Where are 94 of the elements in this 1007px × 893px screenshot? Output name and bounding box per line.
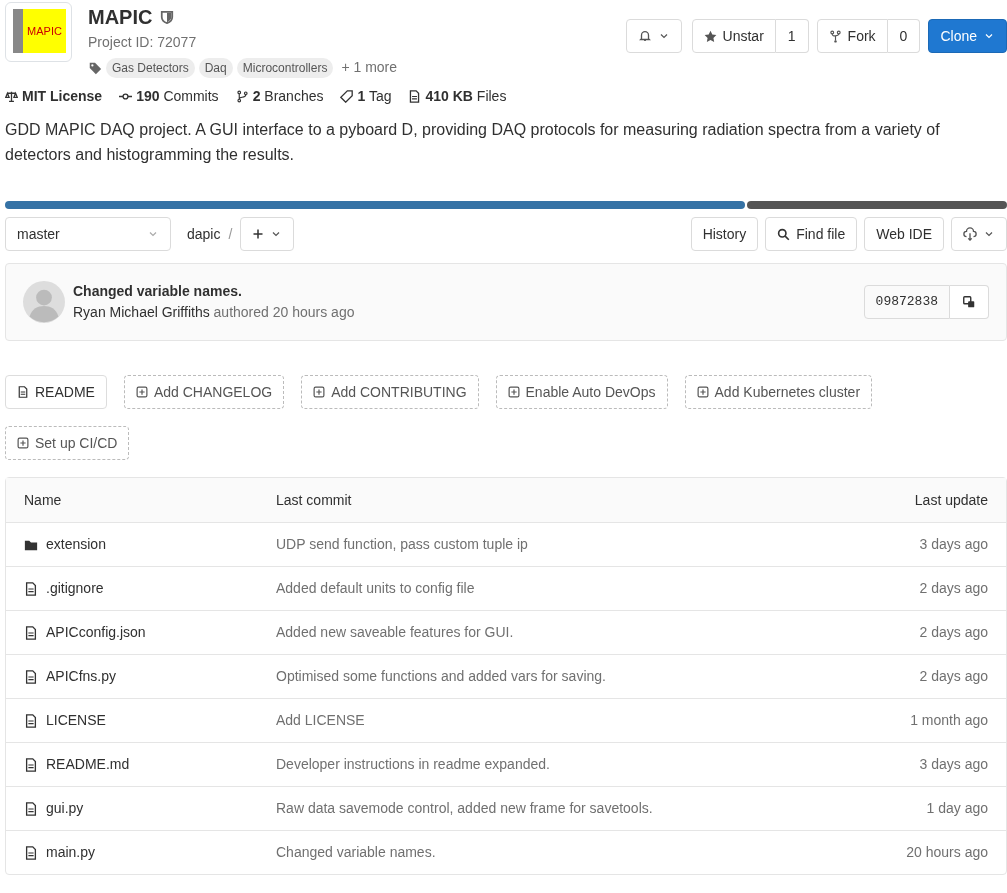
download-button[interactable] bbox=[951, 217, 1007, 251]
last-update-time: 2 days ago bbox=[918, 579, 988, 598]
commit-message-link[interactable]: Optimised some functions and added vars for saving. bbox=[276, 666, 788, 687]
project-description: GDD MAPIC DAQ project. A GUI interface to a pyboard D, providing DAQ protocols for measuring radiation spectra from a variety of detectors and histogramming the results. bbox=[5, 120, 941, 165]
fork-button[interactable]: Fork bbox=[816, 19, 888, 53]
last-update-time: 20 hours ago bbox=[905, 843, 988, 862]
readme-button[interactable]: README bbox=[5, 375, 107, 409]
branch-icon bbox=[235, 90, 249, 103]
commit-message-link[interactable]: Changed variable names. bbox=[276, 842, 788, 863]
file-name-link[interactable]: .gitignore bbox=[46, 578, 104, 599]
branch-dropdown[interactable]: master bbox=[5, 217, 171, 251]
fork-count[interactable]: 0 bbox=[887, 19, 921, 53]
file-icon bbox=[24, 757, 38, 772]
add-file-button[interactable]: Enable Auto DevOps bbox=[495, 375, 668, 409]
tag-icon bbox=[340, 90, 354, 103]
commit-meta: authored 20 hours ago bbox=[212, 304, 355, 320]
unstar-button[interactable]: Unstar bbox=[691, 19, 776, 53]
tag-icon bbox=[88, 60, 102, 75]
column-header: Last commit bbox=[276, 490, 353, 510]
file-name-link[interactable]: gui.py bbox=[46, 798, 84, 819]
add-file-button[interactable]: Add CHANGELOG bbox=[123, 375, 285, 409]
stat-link[interactable]: 1 Tag bbox=[357, 86, 392, 107]
scale-icon bbox=[5, 90, 18, 103]
stat-link[interactable]: 190 Commits bbox=[136, 86, 219, 107]
project-name: MAPIC bbox=[88, 5, 153, 30]
user-avatar-icon bbox=[23, 281, 65, 323]
commit-author-link[interactable]: Ryan Michael Griffiths bbox=[73, 304, 210, 320]
stat-link[interactable]: MIT License bbox=[22, 86, 103, 107]
add-file-button[interactable]: Add CONTRIBUTING bbox=[301, 375, 479, 409]
last-update-time: 3 days ago bbox=[918, 755, 988, 774]
file-icon bbox=[24, 801, 38, 816]
file-name-link[interactable]: README.md bbox=[46, 754, 130, 775]
commit-icon bbox=[119, 90, 133, 103]
commit-message-link[interactable]: Add LICENSE bbox=[276, 710, 788, 731]
search-icon bbox=[777, 227, 791, 241]
project-id: Project ID: 72077 bbox=[88, 33, 198, 52]
stat-link[interactable]: 2 Branches bbox=[252, 86, 324, 107]
add-file-button[interactable]: Set up CI/CD bbox=[5, 426, 130, 460]
commit-message-link[interactable]: Developer instructions in readme expanded. bbox=[276, 754, 788, 775]
topic-tag[interactable]: Gas Detectors bbox=[106, 57, 195, 78]
path-separator: / bbox=[228, 224, 233, 244]
file-name-link[interactable]: main.py bbox=[46, 842, 96, 863]
file-icon bbox=[24, 669, 38, 684]
last-update-time: 3 days ago bbox=[918, 535, 988, 554]
plus-square-icon bbox=[135, 386, 148, 398]
fork-icon bbox=[828, 29, 842, 43]
last-update-time: 1 month ago bbox=[909, 711, 988, 730]
copy-sha-button[interactable] bbox=[950, 285, 989, 319]
copy-icon bbox=[962, 295, 976, 309]
more-topics-link[interactable]: + 1 more bbox=[341, 57, 398, 78]
file-name-link[interactable]: LICENSE bbox=[46, 710, 106, 731]
unstar-count[interactable]: 1 bbox=[775, 19, 809, 53]
avatar-logo-text: MAPIC bbox=[23, 9, 66, 53]
file-name-link[interactable]: APICfns.py bbox=[46, 666, 117, 687]
breadcrumb-link[interactable]: dapic bbox=[187, 223, 221, 245]
commit-message-link[interactable]: Added new saveable features for GUI. bbox=[276, 622, 788, 643]
history-button[interactable]: History bbox=[690, 217, 759, 251]
commit-title[interactable]: Changed variable names. bbox=[73, 281, 864, 302]
add-file-button[interactable]: Add Kubernetes cluster bbox=[684, 375, 873, 409]
web-ide-button[interactable]: Web IDE bbox=[864, 217, 944, 251]
commit-message-link[interactable]: UDP send function, pass custom tuple ip bbox=[276, 534, 788, 555]
logo-drawing bbox=[13, 9, 23, 53]
file-icon bbox=[24, 845, 38, 860]
file-icon bbox=[408, 90, 422, 103]
file-name-link[interactable]: extension bbox=[46, 534, 106, 555]
topic-tag[interactable]: Microcontrollers bbox=[236, 57, 334, 78]
plus-square-icon bbox=[313, 386, 326, 398]
column-header: Last update bbox=[913, 490, 988, 510]
topic-tag[interactable]: Daq bbox=[198, 57, 233, 78]
stat-link[interactable]: 410 KB Files bbox=[425, 86, 507, 107]
file-icon bbox=[24, 625, 38, 640]
document-icon bbox=[17, 386, 29, 398]
find-file-button[interactable]: Find file bbox=[765, 217, 858, 251]
column-header: Name bbox=[24, 490, 63, 510]
commit-sha[interactable]: 09872838 bbox=[863, 285, 950, 319]
clone-button[interactable]: Clone bbox=[928, 19, 1007, 53]
plus-square-icon bbox=[507, 386, 520, 398]
last-update-time: 2 days ago bbox=[918, 667, 988, 686]
commit-message-link[interactable]: Added default units to config file bbox=[276, 578, 788, 599]
commit-message-link[interactable]: Raw data savemode control, added new frame for savetools. bbox=[276, 798, 788, 819]
plus-square-icon bbox=[696, 386, 709, 398]
file-icon bbox=[24, 713, 38, 728]
file-name-link[interactable]: APICconfig.json bbox=[46, 622, 146, 643]
bell-icon bbox=[637, 29, 652, 43]
add-dropdown-button[interactable] bbox=[240, 217, 295, 251]
plus-icon bbox=[252, 228, 265, 240]
file-icon bbox=[24, 581, 38, 596]
plus-square-icon bbox=[17, 437, 29, 449]
shield-icon bbox=[160, 10, 175, 24]
last-update-time: 1 day ago bbox=[925, 799, 988, 818]
last-update-time: 2 days ago bbox=[918, 623, 988, 642]
notification-button[interactable] bbox=[625, 19, 682, 53]
star-icon bbox=[703, 29, 717, 43]
cloud-download-icon bbox=[963, 227, 977, 241]
